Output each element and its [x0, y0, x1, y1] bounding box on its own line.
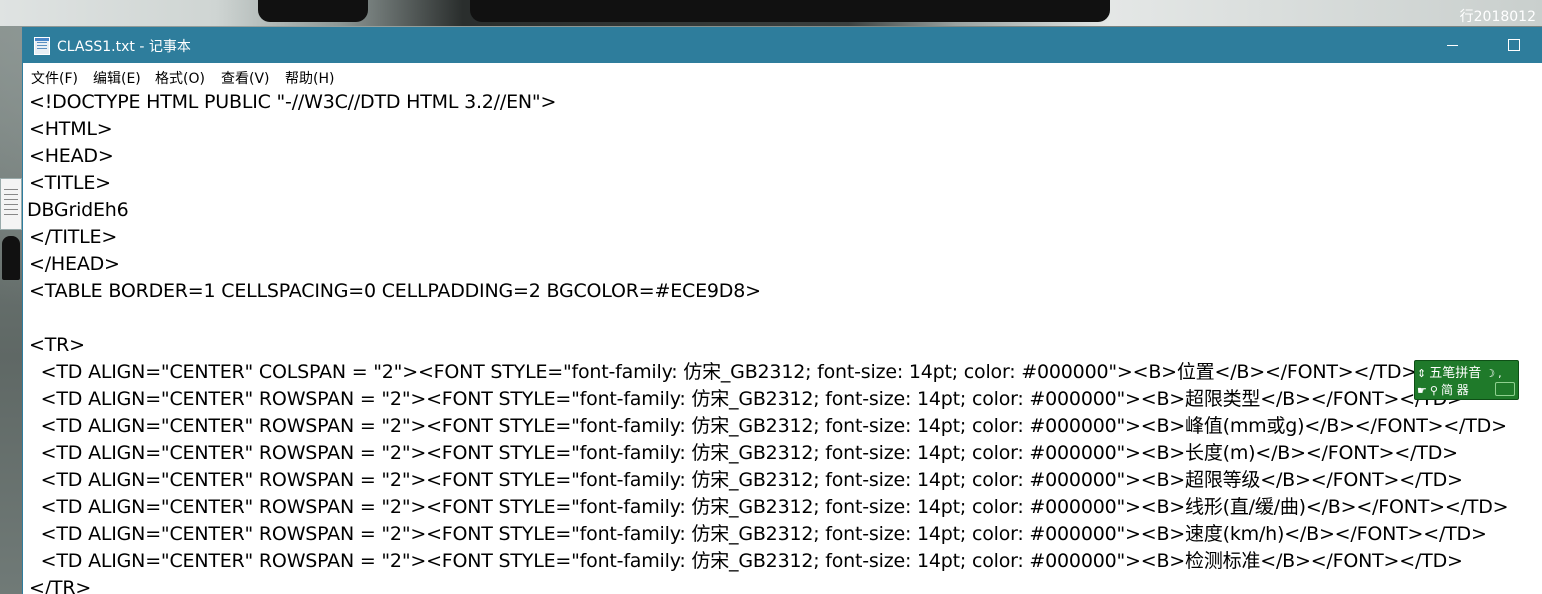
- text-line: <HEAD>: [29, 145, 114, 167]
- moon-icon[interactable]: ☽: [1485, 367, 1495, 380]
- text-line: <TITLE>: [29, 172, 111, 194]
- text-line: </TR>: [29, 577, 92, 594]
- ime-label[interactable]: 五笔拼音: [1429, 366, 1481, 381]
- text-line: DBGridEh6: [27, 199, 129, 221]
- desktop-corner-text: 行2018012: [1459, 9, 1536, 25]
- notepad-window: CLASS1.txt - 记事本 文件(F) 编辑(E) 格式(O) 查看(V)…: [22, 27, 1542, 594]
- text-line: <TD ALIGN="CENTER" COLSPAN = "2"><FONT S…: [29, 361, 1418, 383]
- menu-help[interactable]: 帮助(H): [285, 68, 334, 88]
- text-line: <TD ALIGN="CENTER" ROWSPAN = "2"><FONT S…: [29, 496, 1509, 518]
- text-line: </TITLE>: [29, 226, 118, 248]
- text-line: <TD ALIGN="CENTER" ROWSPAN = "2"><FONT S…: [29, 550, 1463, 572]
- maximize-icon: [1508, 39, 1520, 51]
- title-bar[interactable]: CLASS1.txt - 记事本: [23, 27, 1542, 63]
- desktop-user-icon[interactable]: [2, 236, 20, 280]
- desktop-file-icon[interactable]: [0, 178, 22, 230]
- text-line: <TD ALIGN="CENTER" ROWSPAN = "2"><FONT S…: [29, 388, 1463, 410]
- minimize-button[interactable]: [1429, 27, 1475, 63]
- text-line: <HTML>: [29, 118, 113, 140]
- window-title: CLASS1.txt - 记事本: [57, 39, 191, 55]
- menu-bar: 文件(F) 编辑(E) 格式(O) 查看(V) 帮助(H): [23, 63, 1542, 90]
- menu-format[interactable]: 格式(O): [155, 68, 205, 88]
- punctuation-icon[interactable]: ,: [1498, 367, 1502, 380]
- ime-top-row: ⇕ 五笔拼音 ☽,: [1417, 362, 1505, 381]
- menu-file[interactable]: 文件(F): [31, 68, 78, 88]
- text-line: <TR>: [29, 334, 85, 356]
- text-line: <TD ALIGN="CENTER" ROWSPAN = "2"><FONT S…: [29, 469, 1463, 491]
- keyboard-icon[interactable]: [1495, 382, 1515, 396]
- text-line: <TD ALIGN="CENTER" ROWSPAN = "2"><FONT S…: [29, 415, 1507, 437]
- redaction-mark: [258, 0, 368, 22]
- maximize-button[interactable]: [1491, 27, 1537, 63]
- text-line: <TD ALIGN="CENTER" ROWSPAN = "2"><FONT S…: [29, 442, 1458, 464]
- hand-icon[interactable]: ☛: [1417, 384, 1427, 397]
- text-line: <TD ALIGN="CENTER" ROWSPAN = "2"><FONT S…: [29, 523, 1487, 545]
- menu-edit[interactable]: 编辑(E): [93, 68, 141, 88]
- notepad-icon[interactable]: [34, 37, 50, 55]
- ime-mode[interactable]: 简 器: [1441, 383, 1469, 397]
- text-line: <TABLE BORDER=1 CELLSPACING=0 CELLPADDIN…: [29, 280, 761, 302]
- search-icon[interactable]: ⚲: [1430, 384, 1438, 397]
- text-line: </HEAD>: [29, 253, 120, 275]
- text-editor-area[interactable]: <!DOCTYPE HTML PUBLIC "-//W3C//DTD HTML …: [23, 89, 1542, 594]
- minimize-icon: [1446, 44, 1458, 46]
- ime-bottom-row: ☛ ⚲ 简 器: [1417, 381, 1469, 398]
- text-line: <!DOCTYPE HTML PUBLIC "-//W3C//DTD HTML …: [29, 91, 557, 113]
- ime-switch-icon[interactable]: ⇕: [1417, 367, 1426, 380]
- redaction-mark: [470, 0, 1110, 22]
- ime-status-bar[interactable]: ⇕ 五笔拼音 ☽, ☛ ⚲ 简 器: [1414, 360, 1519, 400]
- menu-view[interactable]: 查看(V): [221, 68, 270, 88]
- desktop-top-strip: [0, 0, 1542, 26]
